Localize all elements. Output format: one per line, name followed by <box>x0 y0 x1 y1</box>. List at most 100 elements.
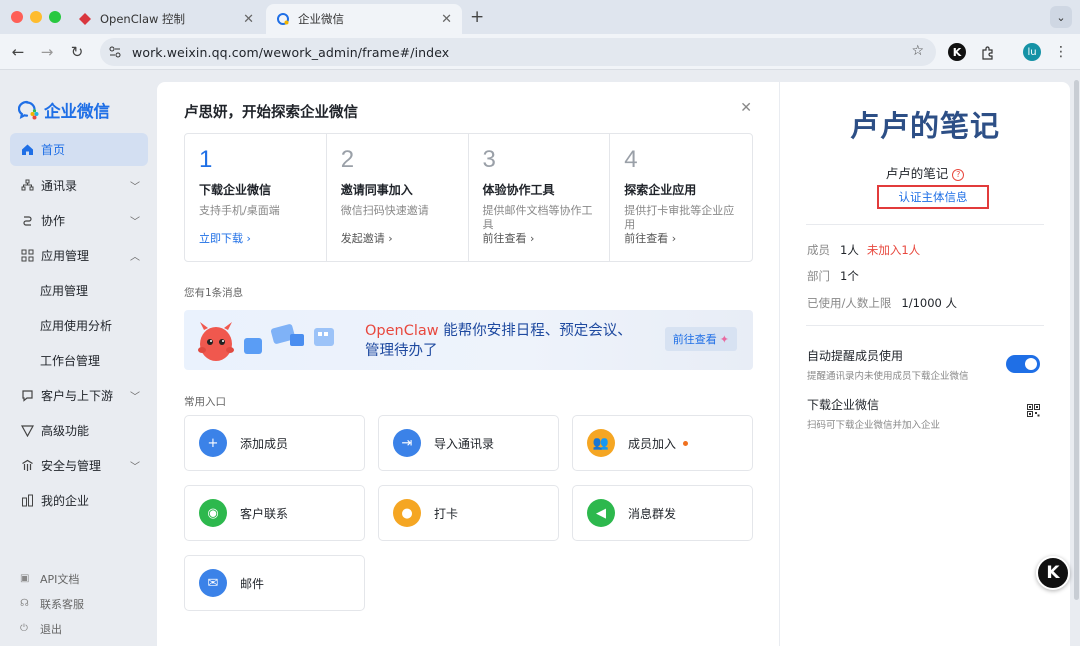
step-title: 体验协作工具 <box>482 183 555 197</box>
contact-support-link[interactable]: ☊ 联系客服 <box>20 591 84 616</box>
tab-close-icon[interactable]: ✕ <box>441 12 452 27</box>
reload-icon[interactable]: ↻ <box>67 42 87 62</box>
apps-icon <box>20 249 34 263</box>
step-number: 4 <box>624 146 638 173</box>
scrollbar-thumb[interactable] <box>1074 80 1079 600</box>
banner-line2: 管理待办了 <box>365 343 438 359</box>
tab-title: 企业微信 <box>298 12 344 26</box>
download-now-link[interactable]: 立即下载 › <box>199 230 251 246</box>
main-panel: 卢思妍，开始探索企业微信 ✕ 1 下载企业微信 支持手机/桌面端 立即下载 › … <box>157 82 779 646</box>
sidebar-item-label: 首页 <box>41 143 66 157</box>
sidebar-item-label: 安全与管理 <box>41 459 102 473</box>
entry-label: 成员加入 <box>628 436 677 451</box>
k-floating-button[interactable]: K <box>1036 556 1070 590</box>
close-icon[interactable]: ✕ <box>740 100 752 116</box>
step-card: 4 探索企业应用 提供打卡审批等企业应用 前往查看 › <box>610 134 752 261</box>
divider <box>806 224 1044 225</box>
step-card: 3 体验协作工具 提供邮件文档等协作工具 前往查看 › <box>469 134 611 261</box>
mass-message-entry[interactable]: ◀ 消息群发 <box>572 485 753 541</box>
link-label: API文档 <box>40 572 80 586</box>
download-wecom-setting: 下载企业微信 扫码可下载企业微信并加入企业 <box>807 396 940 431</box>
sidebar-item-label: 通讯录 <box>41 179 78 193</box>
setting-desc: 提醒通讯录内未使用成员下载企业微信 <box>807 371 969 382</box>
k-extension-icon[interactable]: K <box>948 43 966 61</box>
step-desc: 支持手机/桌面端 <box>199 204 280 217</box>
sidebar-subitem-app-usage-analysis[interactable]: 应用使用分析 <box>10 308 148 343</box>
member-join-entry[interactable]: 👥 成员加入 <box>572 415 753 471</box>
minimize-window-button[interactable] <box>30 11 42 23</box>
entry-label: 导入通讯录 <box>434 436 495 451</box>
mail-entry[interactable]: ✉ 邮件 <box>184 555 365 611</box>
sidebar-item-collaborate[interactable]: 协作 ﹀ <box>10 203 148 238</box>
send-invite-link[interactable]: 发起邀请 › <box>341 230 393 246</box>
sidebar-subitem-workbench[interactable]: 工作台管理 <box>10 343 148 378</box>
browser-tab-bar: OpenClaw 控制 ✕ 企业微信 ✕ + ⌄ <box>0 0 1080 34</box>
limit-label: 已使用/人数上限 <box>807 296 892 310</box>
sidebar-item-contacts[interactable]: 通讯录 ﹀ <box>10 168 148 203</box>
tab-title: OpenClaw 控制 <box>100 12 186 26</box>
limit-value: 1/1000 人 <box>901 296 957 310</box>
url-text: work.weixin.qq.com/wework_admin/frame#/i… <box>132 44 450 60</box>
logout-link[interactable]: ⏻ 退出 <box>20 616 84 641</box>
notification-dot <box>683 440 689 446</box>
browser-menu-icon[interactable]: ⋮ <box>1052 43 1070 61</box>
verify-entity-link[interactable]: 认证主体信息 <box>877 185 989 209</box>
sidebar-item-app-management[interactable]: 应用管理 ︿ <box>10 238 148 273</box>
sidebar-item-label: 我的企业 <box>41 494 90 508</box>
setting-desc: 扫码可下载企业微信并加入企业 <box>807 420 941 431</box>
chevron-up-icon: ︿ <box>130 252 140 263</box>
profile-avatar[interactable]: lu <box>1023 43 1041 61</box>
setting-title: 自动提醒成员使用 <box>807 349 904 363</box>
company-name: 卢卢的笔记? <box>780 163 1070 182</box>
sidebar-item-label: 应用使用分析 <box>40 319 113 333</box>
back-icon[interactable]: ← <box>8 42 28 62</box>
site-info-icon[interactable] <box>108 45 122 59</box>
members-value: 1人 <box>840 243 859 257</box>
customer-icon <box>20 389 34 403</box>
help-icon[interactable]: ? <box>952 169 965 181</box>
tab-search-icon[interactable]: ⌄ <box>1050 6 1072 28</box>
members-label: 成员 <box>807 243 830 257</box>
sidebar-item-label: 协作 <box>41 214 66 228</box>
import-contacts-entry[interactable]: ⇥ 导入通讯录 <box>378 415 559 471</box>
api-docs-link[interactable]: ▣ API文档 <box>20 566 84 591</box>
message-count: 您有1条消息 <box>184 287 244 299</box>
tab-close-icon[interactable]: ✕ <box>243 12 254 27</box>
close-window-button[interactable] <box>11 11 23 23</box>
add-member-entry[interactable]: + 添加成员 <box>184 415 365 471</box>
extensions-puzzle-icon[interactable] <box>978 43 996 61</box>
contacts-icon <box>20 179 34 193</box>
bookmark-star-icon[interactable]: ☆ <box>911 43 924 59</box>
entry-label: 客户联系 <box>240 506 289 521</box>
sidebar-item-security[interactable]: 安全与管理 ﹀ <box>10 448 148 483</box>
customer-contact-entry[interactable]: ◉ 客户联系 <box>184 485 365 541</box>
welcome-title: 卢思妍，开始探索企业微信 <box>184 105 358 121</box>
common-entries-title: 常用入口 <box>184 396 226 408</box>
departments-row: 部门 1个 <box>807 268 859 284</box>
sidebar-item-home[interactable]: 首页 <box>10 133 148 166</box>
sidebar-item-my-company[interactable]: 我的企业 <box>10 483 148 518</box>
forward-icon[interactable]: → <box>37 42 57 62</box>
browser-tab-openclaw[interactable]: OpenClaw 控制 ✕ <box>68 4 264 34</box>
collaborate-icon <box>20 214 34 228</box>
auto-remind-setting: 自动提醒成员使用 提醒通讯录内未使用成员下载企业微信 <box>807 347 969 382</box>
sidebar-item-customers[interactable]: 客户与上下游 ﹀ <box>10 378 148 413</box>
step-number: 1 <box>199 146 213 173</box>
sidebar-item-advanced[interactable]: 高级功能 <box>10 413 148 448</box>
browser-tab-wecom[interactable]: 企业微信 ✕ <box>266 4 462 34</box>
banner-view-button[interactable]: 前往查看 ✦ <box>664 327 737 351</box>
address-bar[interactable]: work.weixin.qq.com/wework_admin/frame#/i… <box>100 38 936 66</box>
qr-code-icon[interactable] <box>1027 404 1040 417</box>
view-apps-link[interactable]: 前往查看 › <box>624 230 676 246</box>
new-tab-icon[interactable]: + <box>470 7 484 27</box>
check-in-entry[interactable]: ● 打卡 <box>378 485 559 541</box>
openclaw-banner[interactable]: OpenClaw 能帮你安排日程、预定会议、 管理待办了 前往查看 ✦ <box>184 310 753 370</box>
auto-remind-toggle[interactable] <box>1006 355 1040 373</box>
wecom-logo[interactable]: 企业微信 <box>18 98 110 122</box>
sidebar-subitem-app-management[interactable]: 应用管理 <box>10 273 148 308</box>
members-not-joined-link[interactable]: 未加入1人 <box>867 242 920 258</box>
view-tools-link[interactable]: 前往查看 › <box>483 230 535 246</box>
step-title: 邀请同事加入 <box>340 183 413 197</box>
step-card: 1 下载企业微信 支持手机/桌面端 立即下载 › <box>185 134 327 261</box>
maximize-window-button[interactable] <box>49 11 61 23</box>
